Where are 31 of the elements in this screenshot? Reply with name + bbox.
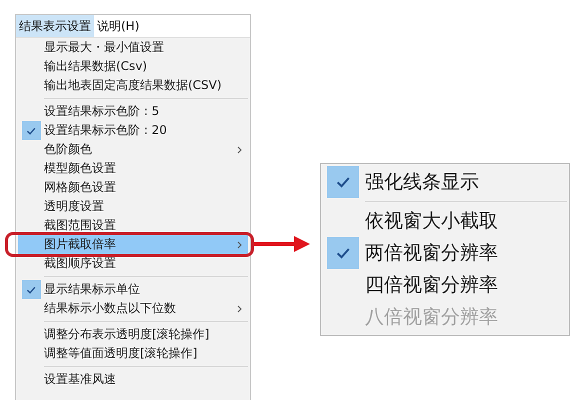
menu-item[interactable]: 显示最大・最小值设置 xyxy=(18,38,248,57)
menu-item[interactable]: 截图顺序设置 xyxy=(18,254,248,273)
menu-item[interactable]: 透明度设置 xyxy=(18,197,248,216)
menu-item[interactable]: 设置结果标示色阶 : 20 xyxy=(18,121,248,140)
menu-item[interactable]: 输出结果数据(Csv) xyxy=(18,57,248,76)
check-icon xyxy=(327,237,359,269)
menu-item[interactable]: 网格颜色设置 xyxy=(18,178,248,197)
menu-item[interactable]: 色阶颜色 xyxy=(18,140,248,159)
menu-item[interactable]: 显示结果标示单位 xyxy=(18,280,248,299)
menu-item[interactable]: 模型颜色设置 xyxy=(18,159,248,178)
chevron-icon xyxy=(237,304,242,312)
menu-item[interactable]: 设置结果标示色阶 : 5 xyxy=(18,102,248,121)
menu-item[interactable]: 图片截取倍率 xyxy=(18,235,248,254)
submenu-item[interactable]: 强化线条显示 xyxy=(321,166,569,198)
menu-item[interactable]: 设置基准风速 xyxy=(18,370,248,389)
check-icon xyxy=(22,280,40,299)
submenu-item[interactable]: 两倍视窗分辨率 xyxy=(321,237,569,269)
menu-bar-item[interactable]: 说明(H) xyxy=(94,15,142,37)
menu-item[interactable]: 截图范围设置 xyxy=(18,216,248,235)
submenu-item[interactable]: 四倍视窗分辨率 xyxy=(321,269,569,301)
menu-bar-item[interactable]: 结果表示设置 xyxy=(16,15,94,37)
chevron-icon xyxy=(237,146,242,154)
submenu-item[interactable]: 依视窗大小截取 xyxy=(321,205,569,237)
chevron-icon xyxy=(237,240,242,248)
menu-item[interactable]: 调整等值面透明度[滚轮操作] xyxy=(18,344,248,363)
check-icon xyxy=(327,166,359,198)
arrow-icon xyxy=(254,234,311,254)
menu-item[interactable]: 结果标示小数点以下位数 xyxy=(18,299,248,318)
menu-item[interactable]: 输出地表固定高度结果数据(CSV) xyxy=(18,76,248,95)
menu-item[interactable]: 调整分布表示透明度[滚轮操作] xyxy=(18,325,248,344)
check-icon xyxy=(22,121,40,140)
